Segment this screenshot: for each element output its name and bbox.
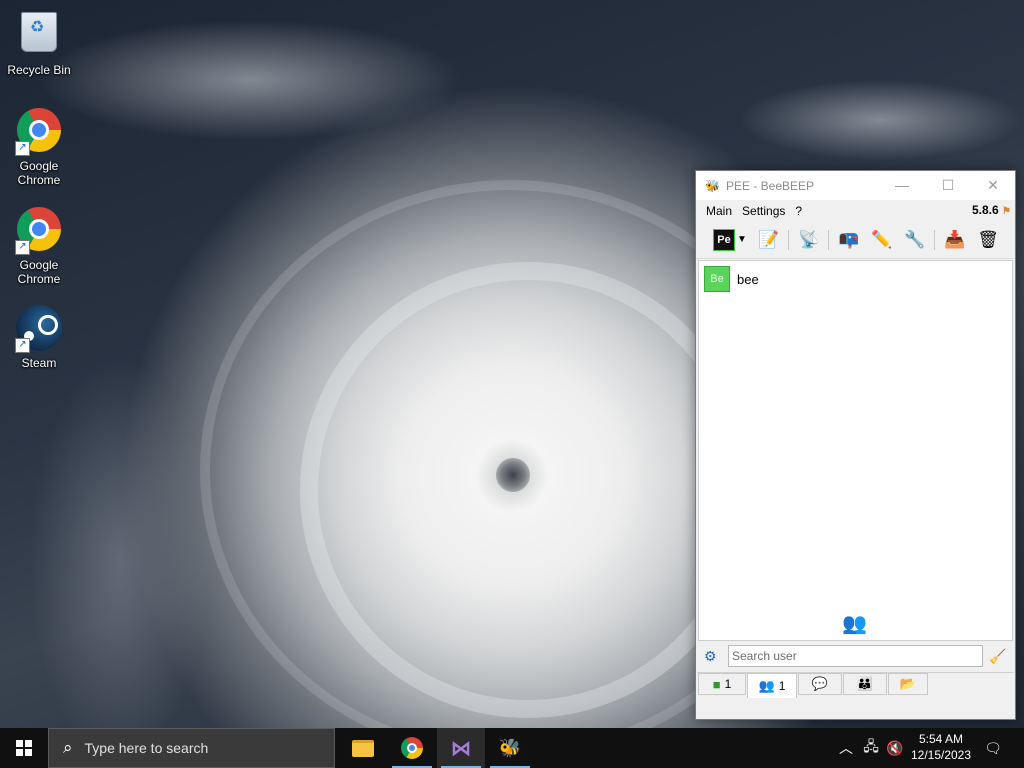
tab-count: 1: [724, 677, 732, 691]
tab-count: 1: [778, 679, 786, 693]
tab-file-sharing[interactable]: 📂: [888, 673, 928, 695]
window-title: PEE - BeeBEEP: [726, 178, 815, 193]
desktop-icon-label-line1: Google: [19, 159, 59, 173]
toolbar-separator: [828, 230, 829, 250]
steam-icon: ↗: [15, 305, 63, 353]
taskbar-clock[interactable]: 5:54 AM 12/15/2023: [906, 731, 976, 763]
action-center-notification-icon[interactable]: 🗨: [978, 728, 1008, 768]
tab-chats[interactable]: 💬: [798, 673, 842, 695]
wallpaper-swirl: [300, 262, 756, 718]
status-dropdown-arrow-icon[interactable]: ▼: [736, 228, 748, 252]
beebeep-window: 🐝 PEE - BeeBEEP — ☐ ✕ Main Settings ? 5.…: [695, 170, 1016, 720]
desktop-icon-label-line2: Chrome: [17, 272, 61, 286]
user-list-item[interactable]: Be bee: [704, 265, 759, 293]
toolbar-separator: [934, 230, 935, 250]
trash-icon[interactable]: 🗑: [976, 228, 1000, 252]
taskbar-app-chrome[interactable]: [388, 728, 436, 768]
show-hidden-icons-chevron-icon[interactable]: ︿: [836, 728, 856, 768]
recycle-bin-icon: [15, 12, 63, 60]
chrome-icon: ↗: [15, 108, 63, 156]
status-badge: Pe: [713, 229, 735, 251]
users-icon: 👥: [758, 678, 775, 693]
search-user-input[interactable]: [728, 645, 983, 667]
visual-studio-icon: ⋈: [451, 737, 471, 760]
network-icon[interactable]: 🖧: [860, 728, 882, 768]
file-sharing-icon: 📂: [899, 676, 917, 691]
desktop-icon-recycle-bin[interactable]: Recycle Bin: [1, 8, 77, 77]
shortcut-arrow-icon: ↗: [15, 338, 30, 353]
windows-logo-icon: [16, 740, 32, 756]
desktop-icon-label: Steam: [21, 356, 57, 370]
beebeep-app-icon: 🐝: [705, 178, 720, 193]
write-message-icon[interactable]: ✏️: [870, 228, 894, 252]
clear-search-broom-icon[interactable]: 🧹: [989, 647, 1006, 665]
file-explorer-icon: [352, 739, 374, 757]
clock-time: 5:54 AM: [918, 732, 964, 746]
taskbar-app-beebeep[interactable]: 🐝: [486, 728, 534, 768]
maximize-button[interactable]: ☐: [925, 171, 971, 200]
version-label: 5.8.6 ⚑: [972, 203, 1011, 217]
desktop-icon-label: Recycle Bin: [7, 63, 71, 77]
message-box-icon[interactable]: 📭: [837, 228, 861, 252]
bottom-tab-bar: ■ 1 👥 1 💬 👪 📂: [697, 672, 1014, 698]
avatar: Be: [704, 266, 730, 292]
windows-flag-icon: ⚑: [1002, 206, 1011, 217]
start-button[interactable]: [0, 728, 48, 768]
tab-status[interactable]: ■ 1: [698, 673, 746, 695]
users-group-icon: 👥: [842, 613, 867, 635]
menu-help[interactable]: ?: [790, 204, 807, 218]
chats-icon: 💬: [811, 676, 829, 691]
user-status-icon: ■: [712, 676, 721, 692]
user-list: Be bee 👥: [698, 260, 1013, 641]
search-options-gear-icon[interactable]: ⚙: [704, 647, 717, 665]
status-button[interactable]: Pe: [712, 228, 736, 252]
window-titlebar[interactable]: 🐝 PEE - BeeBEEP — ☐ ✕: [696, 171, 1015, 200]
user-name: bee: [737, 271, 759, 287]
taskbar-app-file-explorer[interactable]: [339, 728, 387, 768]
tab-users[interactable]: 👥 1: [747, 673, 797, 698]
desktop-icon-label-line2: Chrome: [17, 173, 61, 187]
chrome-icon: ↗: [15, 207, 63, 255]
chrome-icon: [401, 737, 423, 759]
menu-bar: Main Settings ? 5.8.6 ⚑: [696, 200, 1015, 222]
groups-icon: 👪: [856, 676, 874, 691]
main-toolbar: Pe ▼ 📝 📡 📭 ✏️ 🔧 📥 🗑: [696, 222, 1015, 259]
edit-profile-icon[interactable]: 📝: [757, 228, 781, 252]
menu-main[interactable]: Main: [701, 204, 737, 218]
clock-date: 12/15/2023: [910, 748, 972, 762]
taskbar-search-placeholder: Type here to search: [84, 740, 209, 756]
desktop-icon-label-line1: Google: [19, 258, 59, 272]
search-icon: ⌕: [63, 738, 73, 757]
desktop-icon-google-chrome-2[interactable]: ↗ Google Chrome: [1, 205, 77, 286]
shortcut-arrow-icon: ↗: [15, 141, 30, 156]
settings-tools-icon[interactable]: 🔧: [903, 228, 927, 252]
desktop-icon-google-chrome[interactable]: ↗ Google Chrome: [1, 106, 77, 187]
download-update-icon[interactable]: 📥: [943, 228, 967, 252]
taskbar: ⌕ Type here to search ⋈ 🐝 ︿ 🖧 🔇 5:54 AM …: [0, 728, 1024, 768]
taskbar-app-visual-studio[interactable]: ⋈: [437, 728, 485, 768]
shortcut-arrow-icon: ↗: [15, 240, 30, 255]
desktop-icon-steam[interactable]: ↗ Steam: [1, 304, 77, 370]
user-search-bar: ⚙ 🧹: [698, 643, 1013, 671]
tab-groups[interactable]: 👪: [843, 673, 887, 695]
hurricane-eye: [496, 458, 530, 492]
version-number: 5.8.6: [971, 203, 999, 217]
minimize-button[interactable]: —: [879, 171, 925, 200]
menu-settings[interactable]: Settings: [737, 204, 790, 218]
close-button[interactable]: ✕: [970, 171, 1016, 200]
beebeep-icon: 🐝: [498, 737, 522, 758]
toolbar-separator: [788, 230, 789, 250]
volume-muted-icon[interactable]: 🔇: [884, 728, 906, 768]
taskbar-search-box[interactable]: ⌕ Type here to search: [48, 728, 335, 768]
network-broadcast-icon[interactable]: 📡: [797, 228, 821, 252]
